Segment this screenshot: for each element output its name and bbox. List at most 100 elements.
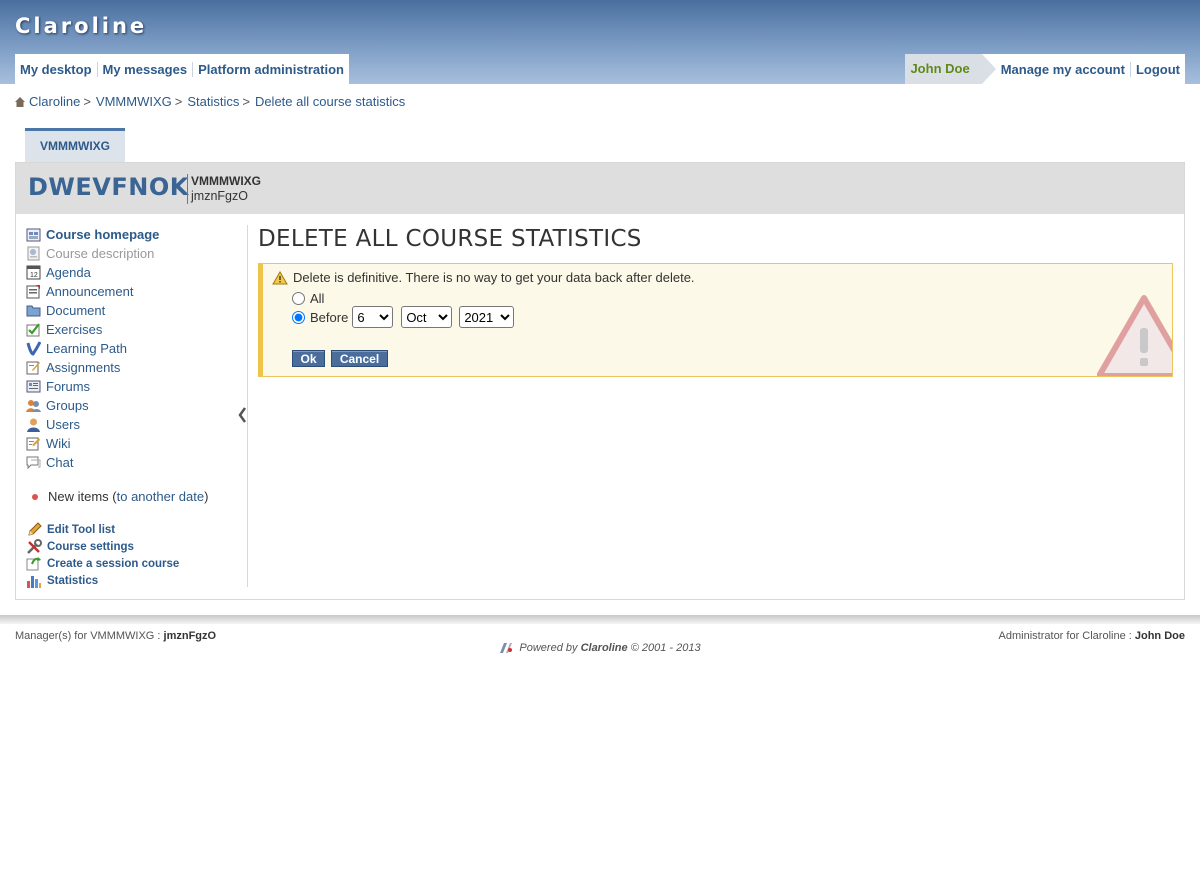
- announcement-icon: [26, 285, 40, 299]
- user-icon: [27, 418, 40, 432]
- tool-label[interactable]: Exercises: [46, 322, 102, 337]
- exercise-icon: [26, 323, 40, 337]
- tools-icon: [27, 538, 42, 554]
- tool-label: Course description: [46, 246, 155, 261]
- breadcrumb-statistics[interactable]: Statistics: [187, 94, 239, 109]
- pencil-icon: [28, 521, 42, 536]
- forum-icon: [26, 380, 41, 393]
- nav-my-desktop[interactable]: My desktop: [15, 61, 98, 77]
- tool-label[interactable]: Chat: [46, 455, 73, 470]
- tool-exercises[interactable]: Exercises: [26, 320, 102, 339]
- tool-label[interactable]: Document: [46, 303, 105, 318]
- app-logo[interactable]: Claroline: [15, 14, 147, 38]
- tool-assignments[interactable]: Assignments: [26, 358, 120, 377]
- collapse-sidebar-icon[interactable]: [236, 406, 248, 424]
- delete-stats-form: Delete is definitive. There is no way to…: [258, 263, 1173, 377]
- breadcrumb-current[interactable]: Delete all course statistics: [255, 94, 405, 109]
- year-select[interactable]: 2021: [459, 306, 515, 328]
- course-tab[interactable]: VMMMWIXG: [25, 128, 125, 162]
- main-nav: My desktop My messages Platform administ…: [15, 54, 349, 84]
- month-select[interactable]: Oct: [401, 306, 453, 328]
- tool-label[interactable]: Users: [46, 417, 80, 432]
- new-items-other-date-link[interactable]: to another date: [117, 489, 204, 504]
- tool-course-homepage[interactable]: Course homepage: [26, 225, 159, 244]
- chat-icon: [26, 456, 41, 470]
- breadcrumb-separator: >: [242, 94, 250, 109]
- powered-suffix: © 2001 - 2013: [630, 641, 701, 654]
- home-icon: [26, 228, 41, 242]
- tool-label[interactable]: Forums: [46, 379, 90, 394]
- tool-label[interactable]: Agenda: [46, 265, 91, 280]
- course-tool-sidebar: Course homepage Course description 12 Ag…: [26, 225, 248, 589]
- tool-label[interactable]: Wiki: [46, 436, 71, 451]
- warning-icon: [272, 270, 288, 284]
- tool-label[interactable]: Announcement: [46, 284, 133, 299]
- nav-manage-account[interactable]: Manage my account: [996, 61, 1131, 77]
- tool-wiki[interactable]: Wiki: [26, 434, 71, 453]
- course-code: DWEVFNOK: [28, 173, 189, 201]
- user-nav: John Doe Manage my account Logout: [905, 54, 1185, 84]
- home-icon: [15, 96, 25, 107]
- new-items-close: ): [204, 489, 209, 504]
- breadcrumb-separator: >: [174, 94, 183, 109]
- course-title: VMMMWIXG: [191, 174, 261, 188]
- course-frame: DWEVFNOK VMMMWIXG jmznFgzO Course homepa…: [15, 162, 1185, 600]
- wiki-icon: [26, 437, 40, 451]
- assignment-icon: [26, 361, 40, 375]
- breadcrumb-course[interactable]: VMMMWIXG: [96, 94, 172, 109]
- new-items-label: New items (: [48, 489, 117, 504]
- tool-users[interactable]: Users: [26, 415, 80, 434]
- tool-chat[interactable]: Chat: [26, 453, 73, 472]
- tool-label[interactable]: Course homepage: [46, 227, 159, 242]
- tool-course-description[interactable]: Course description: [26, 244, 154, 263]
- current-user[interactable]: John Doe: [905, 54, 996, 84]
- large-warning-icon: [1097, 295, 1172, 376]
- course-settings[interactable]: Course settings: [26, 538, 134, 555]
- tool-announcement[interactable]: Announcement: [26, 282, 133, 301]
- edit-tool-list[interactable]: Edit Tool list: [26, 521, 115, 538]
- course-settings-link[interactable]: Course settings: [47, 541, 134, 553]
- learning-path-icon: [26, 341, 41, 356]
- create-session-course[interactable]: Create a session course: [26, 555, 179, 572]
- nav-logout[interactable]: Logout: [1131, 62, 1185, 77]
- statistics[interactable]: Statistics: [26, 572, 98, 589]
- breadcrumb: Claroline > VMMMWIXG > Statistics > Delete …: [15, 94, 405, 109]
- cancel-button[interactable]: Cancel: [331, 350, 388, 367]
- radio-all[interactable]: [292, 292, 305, 305]
- powered-name[interactable]: Claroline: [581, 642, 628, 654]
- breadcrumb-separator: >: [83, 94, 91, 109]
- radio-before[interactable]: [292, 310, 305, 324]
- page-title: DELETE ALL COURSE STATISTICS: [258, 226, 642, 252]
- statistics-icon: [27, 575, 41, 588]
- day-select[interactable]: 6: [352, 306, 394, 328]
- top-banner: Claroline My desktop My messages Platfor…: [0, 0, 1200, 84]
- option-before[interactable]: Before 6 Oct 2021: [292, 306, 515, 328]
- ok-button[interactable]: Ok: [292, 350, 325, 367]
- powered-by: Powered by Claroline © 2001 - 2013: [0, 641, 1200, 654]
- tool-label[interactable]: Assignments: [46, 360, 120, 375]
- calendar-icon: 12: [26, 265, 41, 280]
- warning-message: Delete is definitive. There is no way to…: [272, 270, 695, 285]
- footer-divider: [0, 615, 1200, 624]
- tool-label[interactable]: Groups: [46, 398, 89, 413]
- nav-my-messages[interactable]: My messages: [98, 61, 194, 77]
- svg-text:12: 12: [30, 272, 38, 279]
- breadcrumb-claroline[interactable]: Claroline: [29, 94, 80, 109]
- option-all[interactable]: All: [292, 291, 324, 306]
- tool-learning-path[interactable]: Learning Path: [26, 339, 127, 358]
- new-items-dot-icon: [32, 493, 38, 500]
- course-header: DWEVFNOK VMMMWIXG jmznFgzO: [16, 163, 1184, 214]
- tool-groups[interactable]: Groups: [26, 396, 89, 415]
- course-manager: jmznFgzO: [191, 189, 248, 203]
- tool-agenda[interactable]: 12 Agenda: [26, 263, 91, 282]
- new-items: New items (to another date): [26, 489, 208, 504]
- statistics-link[interactable]: Statistics: [47, 575, 98, 587]
- group-icon: [26, 400, 41, 412]
- create-session-course-link[interactable]: Create a session course: [47, 558, 179, 570]
- edit-tool-list-link[interactable]: Edit Tool list: [47, 524, 115, 536]
- tool-forums[interactable]: Forums: [26, 377, 90, 396]
- option-before-label: Before: [310, 309, 349, 325]
- tool-document[interactable]: Document: [26, 301, 105, 320]
- tool-label[interactable]: Learning Path: [46, 341, 127, 356]
- nav-platform-administration[interactable]: Platform administration: [193, 62, 349, 77]
